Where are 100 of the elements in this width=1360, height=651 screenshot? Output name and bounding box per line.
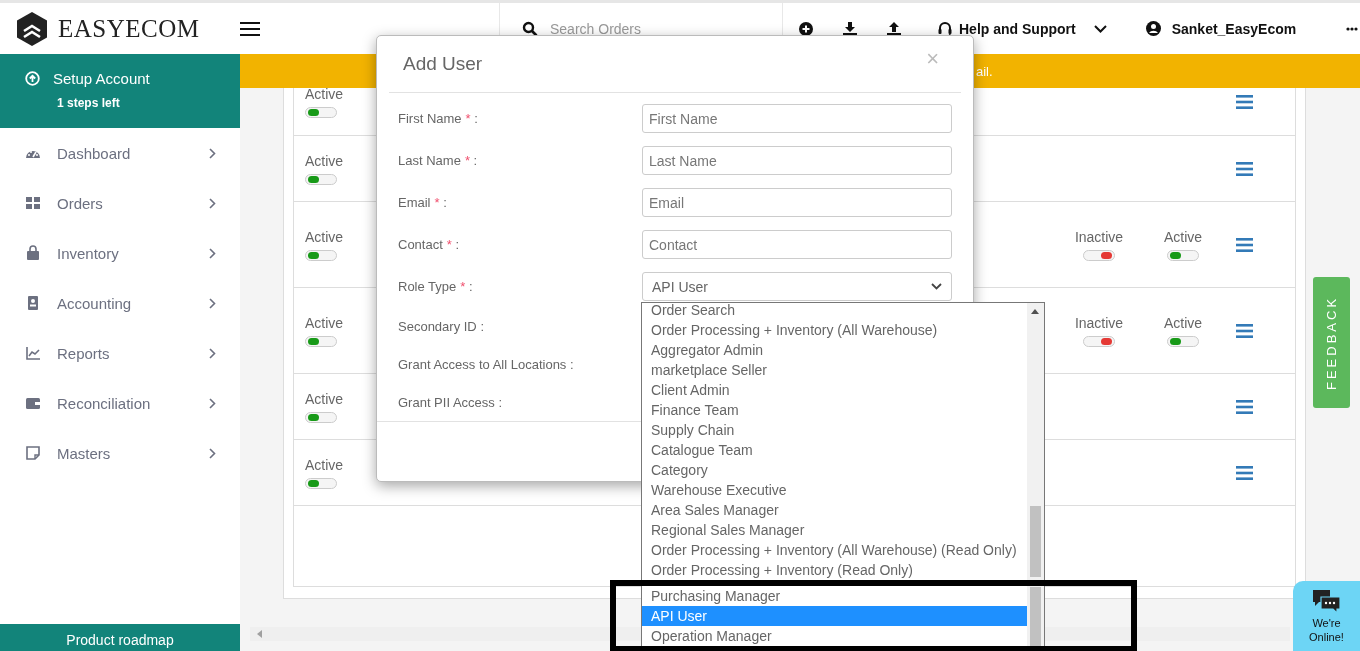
download-button[interactable]	[843, 21, 857, 36]
toggle-switch[interactable]	[305, 249, 337, 261]
chat-icon	[1313, 589, 1340, 613]
text-field[interactable]: Contact	[642, 230, 952, 259]
chevron-right-icon	[209, 247, 216, 259]
dropdown-option[interactable]: API User	[642, 606, 1027, 626]
toggle-switch[interactable]	[305, 477, 337, 489]
dropdown-option[interactable]: marketplace Seller	[642, 360, 1027, 380]
toggle-switch[interactable]	[1167, 249, 1199, 261]
setup-subtitle: 1 steps left	[56, 96, 121, 110]
sidebar-item[interactable]: Reports	[0, 328, 240, 378]
field-label: Last Name * :	[398, 153, 479, 168]
sidebar-item[interactable]: Inventory	[0, 228, 240, 278]
status-label: Inactive	[1074, 228, 1124, 245]
row-menu-button[interactable]	[1236, 161, 1253, 176]
banner-text: ail.	[976, 63, 993, 79]
status-label: Active	[305, 314, 344, 331]
setup-title: Setup Account	[53, 70, 150, 87]
chat-button[interactable]: We're Online!	[1293, 581, 1360, 651]
dropdown-option[interactable]: Order Processing + Inventory (Read Only)	[642, 560, 1027, 580]
dropdown-option[interactable]: Supply Chain	[642, 420, 1027, 440]
grid-icon	[25, 195, 41, 211]
line-chart-icon	[25, 345, 41, 361]
chevron-right-icon	[209, 197, 216, 209]
dropdown-option[interactable]: Regional Sales Manager	[642, 520, 1027, 540]
user-menu-button[interactable]: Sanket_EasyEcom	[1145, 20, 1297, 37]
dropdown-option[interactable]: Catalogue Team	[642, 440, 1027, 460]
scroll-left-icon	[257, 630, 262, 638]
field-label: Grant PII Access :	[398, 395, 504, 410]
sidebar-item[interactable]: Reconciliation	[0, 378, 240, 428]
sidebar-item[interactable]: Dashboard	[0, 128, 240, 178]
search-icon	[522, 20, 538, 37]
toggle-switch[interactable]	[305, 107, 337, 118]
wallet-icon	[25, 395, 41, 411]
role-select[interactable]: API User	[642, 272, 952, 301]
field-label: Role Type * :	[398, 279, 474, 294]
download-icon	[843, 21, 857, 36]
toggle-switch[interactable]	[1083, 249, 1115, 261]
menu-icon	[1236, 323, 1253, 338]
help-support-button[interactable]: Help and Support	[937, 20, 1107, 37]
chevron-right-icon	[209, 397, 216, 409]
toggle-switch[interactable]	[305, 335, 337, 347]
menu-icon	[1236, 399, 1253, 414]
more-icon	[1346, 26, 1359, 31]
field-label: Email * :	[398, 195, 448, 210]
status-label: Active	[1163, 314, 1203, 331]
status-label: Active	[305, 88, 344, 102]
menu-icon	[1236, 465, 1253, 480]
dropdown-option[interactable]: Purchasing Manager	[642, 586, 1027, 606]
upload-button[interactable]	[887, 21, 901, 36]
sidebar-item[interactable]: Orders	[0, 178, 240, 228]
dropdown-option[interactable]: Finance Team	[642, 400, 1027, 420]
scrollbar-thumb[interactable]	[1030, 506, 1041, 577]
field-label: Secondary ID :	[398, 319, 485, 334]
row-menu-button[interactable]	[1236, 237, 1253, 252]
dropdown-option[interactable]: Order Search	[642, 303, 1027, 320]
field-label: First Name * :	[398, 111, 479, 126]
status-label: Active	[1163, 228, 1203, 245]
dropdown-option[interactable]: Warehouse Executive	[642, 480, 1027, 500]
upload-icon	[887, 21, 901, 36]
chevron-down-icon	[931, 283, 942, 290]
toggle-switch[interactable]	[305, 173, 337, 185]
more-button[interactable]	[1346, 26, 1359, 31]
menu-icon	[1236, 161, 1253, 176]
row-menu-button[interactable]	[1236, 465, 1253, 480]
chevron-right-icon	[209, 347, 216, 359]
scroll-up-icon	[1031, 309, 1039, 314]
setup-account-panel[interactable]: Setup Account 1 steps left	[0, 54, 240, 128]
dropdown-option[interactable]: Operation Manager	[642, 626, 1027, 646]
dropdown-option[interactable]: Category	[642, 460, 1027, 480]
dropdown-option[interactable]: Order Processing + Inventory (All Warehouse)	[642, 320, 1027, 340]
toggle-switch[interactable]	[1167, 335, 1199, 347]
sidebar-item[interactable]: Masters	[0, 428, 240, 478]
chevron-down-icon	[1093, 24, 1107, 33]
text-field[interactable]: First Name	[642, 104, 952, 133]
dropdown-option[interactable]: Order Processing + Inventory (All Warehouse) (Read Only)	[642, 540, 1027, 560]
logo-icon	[17, 11, 47, 46]
text-field[interactable]: Last Name	[642, 146, 952, 175]
row-menu-button[interactable]	[1236, 399, 1253, 414]
product-roadmap-button[interactable]: Product roadmap	[0, 624, 240, 651]
sidebar-item[interactable]: Accounting	[0, 278, 240, 328]
menu-icon	[1236, 95, 1253, 109]
field-label: Grant Access to All Locations :	[398, 357, 575, 372]
user-circle-icon	[1145, 21, 1161, 36]
add-button[interactable]	[799, 21, 813, 36]
text-field[interactable]: Email	[642, 188, 952, 217]
toggle-switch[interactable]	[305, 411, 337, 423]
chevron-right-icon	[209, 147, 216, 159]
dropdown-option[interactable]: Aggregator Admin	[642, 340, 1027, 360]
status-label: Active	[305, 228, 344, 245]
modal-title: Add User	[403, 53, 483, 75]
toggle-switch[interactable]	[1083, 335, 1115, 347]
row-menu-button[interactable]	[1236, 95, 1253, 109]
row-menu-button[interactable]	[1236, 323, 1253, 338]
brand-name: EASYECOM	[58, 14, 200, 43]
dropdown-option[interactable]: Area Sales Manager	[642, 500, 1027, 520]
dropdown-option[interactable]: Client Admin	[642, 380, 1027, 400]
field-label: Contact * :	[398, 237, 461, 252]
id-badge-icon	[25, 295, 41, 311]
arrow-up-circle-icon	[25, 71, 40, 86]
